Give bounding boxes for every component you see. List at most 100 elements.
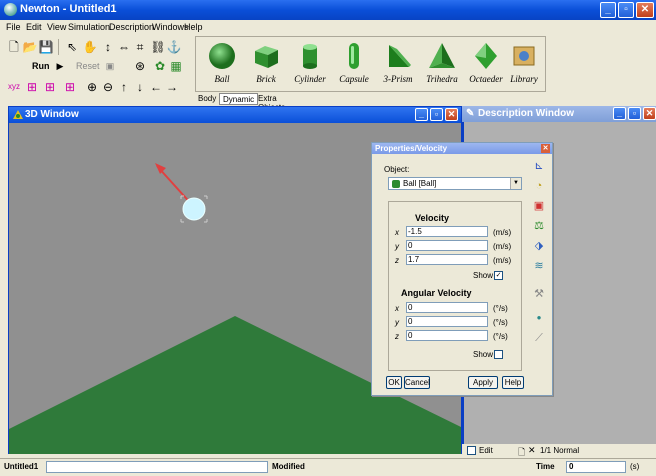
zoom-in-icon[interactable]: ⊕: [84, 79, 100, 95]
menu-edit[interactable]: Edit: [26, 22, 42, 32]
object-library[interactable]: Library: [502, 39, 546, 89]
status-bar: Untitled1 Modified Time 0 (s): [0, 458, 656, 476]
menu-view[interactable]: View: [47, 22, 66, 32]
angular-velocity-heading: Angular Velocity: [401, 288, 472, 298]
edit-checkbox[interactable]: [467, 446, 476, 455]
octaeder-icon: [475, 43, 497, 69]
page-status: 1/1 Normal: [540, 446, 580, 455]
time-field[interactable]: 0: [566, 461, 626, 473]
object-brick[interactable]: Brick: [244, 39, 288, 89]
save-icon[interactable]: 💾: [38, 39, 54, 55]
ball-object[interactable]: [182, 197, 206, 221]
close-button[interactable]: ✕: [636, 2, 654, 18]
object-label: Cylinder: [294, 74, 326, 84]
angular-show-checkbox[interactable]: [494, 350, 503, 359]
maximize-button[interactable]: ▫: [618, 2, 634, 18]
object-3-prism[interactable]: 3-Prism: [376, 39, 420, 89]
tab-body[interactable]: Body: [195, 93, 219, 105]
anchor-icon[interactable]: ⚓: [166, 39, 182, 55]
angular-x-field[interactable]: 0: [406, 302, 488, 313]
reset-icon[interactable]: ▣: [102, 58, 118, 74]
new-file-icon[interactable]: 🗋: [6, 39, 22, 55]
velocity-z-field[interactable]: 1.7: [406, 254, 488, 265]
angular-y-field[interactable]: 0: [406, 316, 488, 327]
minimize-button[interactable]: _: [600, 2, 616, 18]
status-document: Untitled1: [4, 462, 39, 471]
scene-icon[interactable]: ✿: [152, 58, 168, 74]
view-xz-icon[interactable]: ⊞: [42, 79, 58, 95]
pencil-icon: ✎: [466, 108, 475, 119]
velocity-y-unit: (m/s): [493, 242, 512, 251]
app-title: Newton - Untitled1: [20, 3, 117, 15]
hand-icon[interactable]: ✋: [82, 39, 98, 55]
arrow-down-icon[interactable]: ↓: [132, 79, 148, 95]
help-button[interactable]: Help: [502, 376, 524, 389]
velocity-z-axis: z: [395, 256, 399, 265]
velocity-show-checkbox[interactable]: ✓: [494, 271, 503, 280]
angular-z-field[interactable]: 0: [406, 330, 488, 341]
camera-icon[interactable]: ⊛: [132, 58, 148, 74]
description-maximize[interactable]: ▫: [628, 107, 641, 120]
velocity-heading: Velocity: [415, 213, 450, 223]
menu-help[interactable]: Help: [184, 22, 203, 32]
object-label: Brick: [256, 74, 276, 84]
description-close[interactable]: ✕: [643, 107, 656, 120]
menu-simulation[interactable]: Simulation: [68, 22, 110, 32]
force-icon[interactable]: ⬗: [532, 239, 546, 253]
tools-icon[interactable]: ⚒: [532, 287, 546, 301]
run-button-label[interactable]: Run: [32, 61, 50, 71]
3d-window-minimize[interactable]: _: [415, 108, 428, 121]
arrow-right-icon[interactable]: →: [164, 79, 180, 95]
rod-icon[interactable]: ⟋: [532, 331, 546, 345]
select-arrow-icon[interactable]: ⇖: [64, 39, 80, 55]
landscape-icon[interactable]: ▦: [168, 58, 184, 74]
3d-window-maximize[interactable]: ▫: [430, 108, 443, 121]
cancel-button[interactable]: Cancel: [404, 376, 430, 389]
delete-page-icon[interactable]: ✕: [528, 445, 536, 456]
link-icon[interactable]: ⛓: [150, 39, 166, 55]
menu-description[interactable]: Description: [109, 22, 154, 32]
3d-window-close[interactable]: ✕: [445, 108, 458, 121]
ok-button[interactable]: OK: [386, 376, 402, 389]
move-horizontal-icon[interactable]: ⇔: [116, 39, 132, 55]
zoom-out-icon[interactable]: ⊖: [100, 79, 116, 95]
description-footer: Edit 🗋 ✕ 1/1 Normal: [462, 444, 656, 458]
object-ball[interactable]: Ball: [200, 39, 244, 89]
reset-button-label[interactable]: Reset: [76, 61, 100, 71]
object-select-value: Ball [Ball]: [403, 179, 437, 188]
frame-icon[interactable]: ⌗: [132, 39, 148, 55]
mass-weight-icon[interactable]: ⚖: [532, 219, 546, 233]
velocity-x-field[interactable]: -1.5: [406, 226, 488, 237]
coordinate-axes-icon[interactable]: ⊾: [532, 159, 546, 173]
velocity-show-label: Show: [473, 271, 494, 280]
menu-file[interactable]: File: [6, 22, 21, 32]
open-folder-icon[interactable]: 📂: [22, 39, 38, 55]
spring-icon[interactable]: ≋: [532, 259, 546, 273]
apply-button[interactable]: Apply: [468, 376, 498, 389]
move-vertical-icon[interactable]: ↕: [100, 39, 116, 55]
speedometer-icon[interactable]: ◔: [532, 179, 546, 193]
view-xy-icon[interactable]: ⊞: [24, 79, 40, 95]
run-step-icon[interactable]: ▶: [52, 58, 68, 74]
velocity-group: Velocity x -1.5 (m/s) y 0 (m/s) z 1.7 (m…: [388, 201, 522, 371]
arrow-up-icon[interactable]: ↑: [116, 79, 132, 95]
tab-extra-objects[interactable]: Extra Objects: [255, 93, 288, 112]
position-icon[interactable]: ▣: [532, 199, 546, 213]
velocity-y-axis: y: [395, 242, 399, 251]
velocity-y-field[interactable]: 0: [406, 240, 488, 251]
object-select[interactable]: Ball [Ball] ▼: [388, 177, 522, 190]
object-cylinder[interactable]: Cylinder: [288, 39, 332, 89]
object-palette: Ball Brick Cylinder Capsule 3-Prism Trih…: [195, 36, 546, 92]
properties-close-button[interactable]: ✕: [541, 144, 550, 153]
tab-dynamic[interactable]: Dynamic: [219, 93, 259, 105]
angular-x-unit: (°/s): [493, 304, 508, 313]
object-trihedra[interactable]: Trihedra: [420, 39, 464, 89]
object-capsule[interactable]: Capsule: [332, 39, 376, 89]
chevron-down-icon[interactable]: ▼: [510, 178, 521, 189]
description-minimize[interactable]: _: [613, 107, 626, 120]
axes-xyz-icon[interactable]: xyz: [6, 79, 22, 95]
arrow-left-icon[interactable]: ←: [148, 79, 164, 95]
object-label: Library: [510, 74, 538, 84]
point-icon[interactable]: ●: [532, 311, 546, 325]
view-yz-icon[interactable]: ⊞: [62, 79, 78, 95]
